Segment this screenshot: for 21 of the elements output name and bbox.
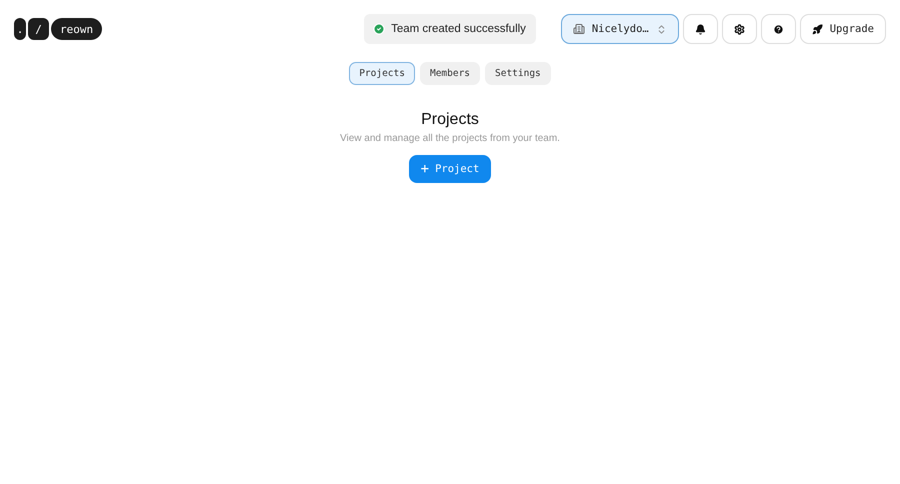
toast-message: Team created successfully [391,23,526,35]
settings-button[interactable] [722,14,757,44]
help-icon [772,24,784,34]
check-icon [373,23,386,35]
tab[interactable]: Projects [349,62,415,85]
settings-icon [734,24,745,34]
new-project-button[interactable]: + Project [408,155,492,183]
tab[interactable]: Settings [485,62,551,85]
rocket-icon [812,24,823,34]
tab[interactable]: Members [420,62,480,85]
logo-key: reown [51,18,102,40]
upgrade-button[interactable]: Upgrade [800,14,886,44]
team-selector[interactable]: Nicelydo… [560,14,679,44]
logo-key: / [28,18,49,40]
section-subtitle: View and manage all the projects from your team. [340,133,560,144]
logo-key: . [14,18,26,40]
bell-icon [694,24,706,34]
notifications-button[interactable] [682,14,718,44]
building-icon [572,23,585,35]
section-title: Projects [421,111,479,129]
help-button[interactable] [760,14,796,44]
